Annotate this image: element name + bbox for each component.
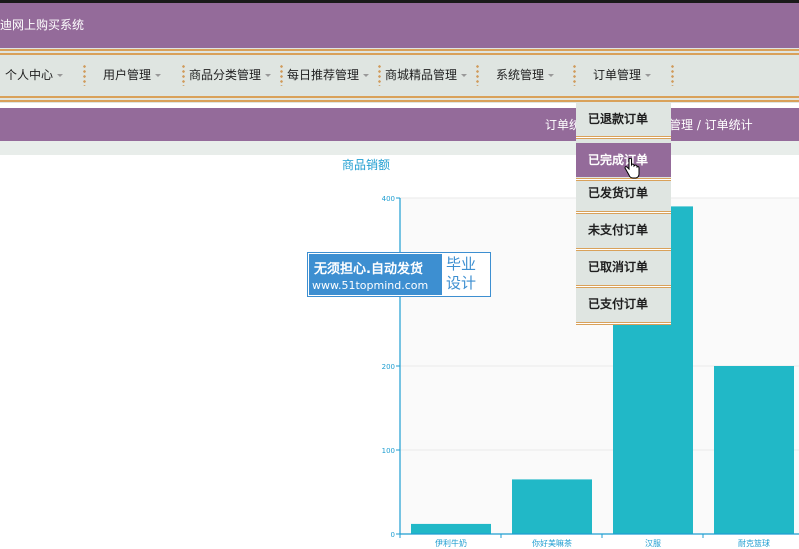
y-tick-label: 400 xyxy=(382,195,395,203)
watermark-badge: 无须担心.自动发货 www.51topmind.com 毕业 设计 xyxy=(307,252,491,297)
x-tick-label: 你好美嘛茶 xyxy=(532,538,572,548)
hand-cursor-icon xyxy=(624,158,640,179)
menu-divider xyxy=(576,322,671,325)
y-tick-label: 0 xyxy=(391,531,395,539)
watermark-slogan: 无须担心.自动发货 xyxy=(314,262,423,277)
menu-divider xyxy=(576,136,671,139)
x-tick-label: 耐克篮球 xyxy=(738,538,770,548)
menu-item-cancelled-orders[interactable]: 已取消订单 xyxy=(576,251,671,283)
y-tick-label: 200 xyxy=(382,363,395,371)
menu-item-paid-orders[interactable]: 已支付订单 xyxy=(576,288,671,320)
watermark-tag-1: 毕业 xyxy=(446,255,477,273)
chart-title: 商品销额 xyxy=(342,157,390,172)
watermark-url: www.51topmind.com xyxy=(312,279,429,292)
menu-item-refunded-orders[interactable]: 已退款订单 xyxy=(576,103,671,135)
x-tick-label: 伊利牛奶 xyxy=(435,538,467,548)
bar-0 xyxy=(411,523,491,534)
bar-1 xyxy=(512,479,592,534)
y-tick-label: 100 xyxy=(382,447,395,455)
bar-3 xyxy=(714,366,794,534)
menu-item-shipped-orders[interactable]: 已发货订单 xyxy=(576,177,671,209)
order-dropdown-menu: 已退款订单 已完成订单 已发货订单 未支付订单 已取消订单 已支付订单 xyxy=(576,103,671,325)
watermark-tag-2: 设计 xyxy=(446,274,477,292)
menu-item-unpaid-orders[interactable]: 未支付订单 xyxy=(576,214,671,246)
x-tick-label: 汉服 xyxy=(645,539,661,548)
